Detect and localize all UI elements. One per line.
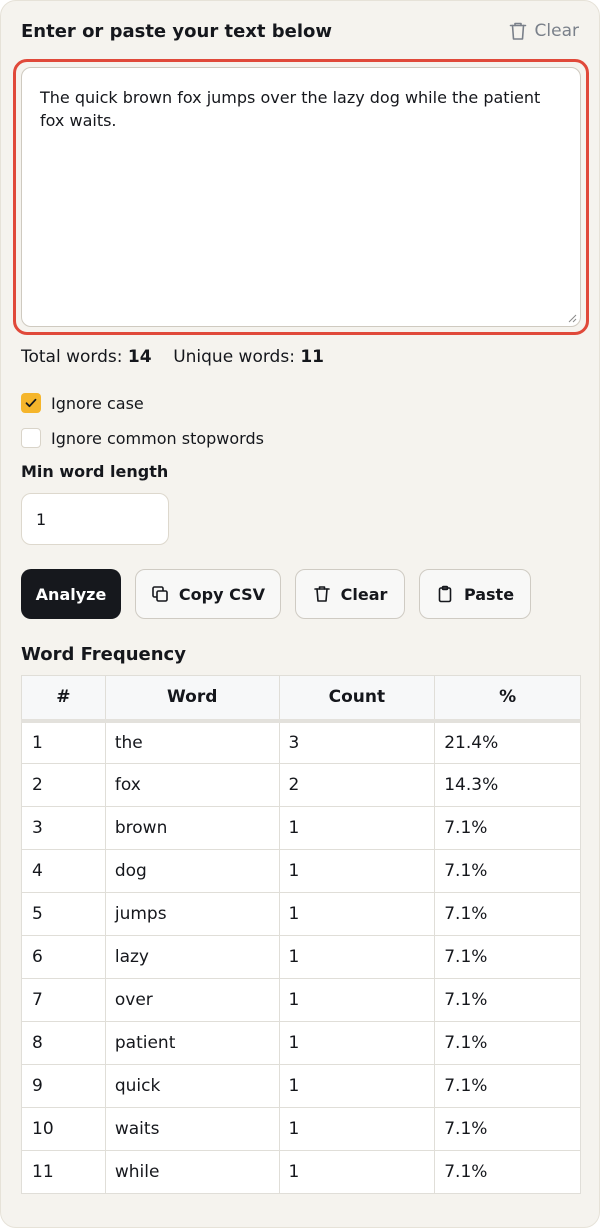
word-frequency-panel: Enter or paste your text below Clear The… [0, 0, 600, 1228]
column-header-word[interactable]: Word [104, 675, 280, 723]
cell-word: jumps [104, 892, 280, 936]
cell-count: 1 [278, 978, 436, 1022]
cell-percent: 14.3% [434, 763, 581, 807]
cell-rank: 1 [21, 720, 106, 764]
min-word-length-value: 1 [36, 509, 47, 529]
cell-word: lazy [104, 935, 280, 979]
cell-word: dog [104, 849, 280, 893]
ignore-stopwords-option[interactable]: Ignore common stopwords [21, 428, 264, 448]
text-input[interactable]: The quick brown fox jumps over the lazy … [21, 67, 581, 327]
column-header-rank[interactable]: # [21, 675, 106, 723]
trash-icon [313, 586, 330, 602]
ignore-stopwords-label: Ignore common stopwords [51, 428, 264, 448]
ignore-case-option[interactable]: Ignore case [21, 393, 144, 413]
unique-words-label: Unique words: [173, 347, 295, 367]
paste-button-label: Paste [463, 584, 515, 604]
clear-button[interactable]: Clear [295, 569, 405, 619]
cell-count: 1 [278, 1150, 436, 1194]
cell-rank: 10 [21, 1107, 106, 1151]
min-word-length-label: Min word length [21, 462, 169, 481]
total-words-value: 14 [127, 347, 152, 367]
header-clear-label: Clear [534, 21, 579, 41]
cell-rank: 3 [21, 806, 106, 850]
cell-word: fox [104, 763, 280, 807]
cell-count: 1 [278, 1021, 436, 1065]
cell-count: 1 [278, 1107, 436, 1151]
resize-handle-icon[interactable] [567, 313, 577, 323]
cell-count: 1 [278, 935, 436, 979]
table-row: 6 lazy 1 7.1% [21, 935, 581, 979]
ignore-stopwords-checkbox[interactable] [21, 428, 41, 448]
table-row: 10 waits 1 7.1% [21, 1107, 581, 1151]
unique-words-value: 11 [300, 347, 325, 367]
clear-button-label: Clear [340, 584, 388, 604]
clipboard-icon [438, 585, 452, 603]
analyze-button-label: Analyze [35, 584, 107, 604]
cell-count: 1 [278, 806, 436, 850]
cell-percent: 7.1% [434, 849, 581, 893]
cell-word: brown [104, 806, 280, 850]
column-header-count[interactable]: Count [278, 675, 436, 723]
ignore-case-checkbox[interactable] [21, 393, 41, 413]
cell-count: 1 [278, 892, 436, 936]
cell-rank: 11 [21, 1150, 106, 1194]
cell-percent: 21.4% [434, 720, 581, 764]
cell-rank: 6 [21, 935, 106, 979]
cell-word: the [104, 720, 280, 764]
word-stats: Total words: 14 Unique words: 11 [21, 347, 324, 367]
text-input-focus-ring: The quick brown fox jumps over the lazy … [13, 59, 589, 335]
cell-percent: 7.1% [434, 892, 581, 936]
trash-icon [509, 22, 526, 40]
cell-word: quick [104, 1064, 280, 1108]
cell-rank: 7 [21, 978, 106, 1022]
word-frequency-title: Word Frequency [21, 644, 186, 665]
cell-count: 1 [278, 1064, 436, 1108]
table-row: 7 over 1 7.1% [21, 978, 581, 1022]
cell-rank: 8 [21, 1021, 106, 1065]
table-row: 8 patient 1 7.1% [21, 1021, 581, 1065]
panel-title: Enter or paste your text below [21, 21, 333, 42]
table-row: 3 brown 1 7.1% [21, 806, 581, 850]
min-word-length-input[interactable]: 1 [21, 493, 169, 545]
cell-count: 3 [278, 720, 436, 764]
table-header-row: # Word Count % [21, 675, 581, 723]
copy-csv-button[interactable]: Copy CSV [135, 569, 281, 619]
cell-percent: 7.1% [434, 978, 581, 1022]
copy-icon [152, 586, 168, 602]
analyze-button[interactable]: Analyze [21, 569, 121, 619]
cell-word: over [104, 978, 280, 1022]
ignore-case-label: Ignore case [51, 393, 144, 413]
cell-rank: 4 [21, 849, 106, 893]
table-row: 4 dog 1 7.1% [21, 849, 581, 893]
table-row: 1 the 3 21.4% [21, 720, 581, 764]
table-row: 11 while 1 7.1% [21, 1150, 581, 1194]
cell-percent: 7.1% [434, 1107, 581, 1151]
cell-percent: 7.1% [434, 806, 581, 850]
cell-word: patient [104, 1021, 280, 1065]
total-words-label: Total words: [21, 347, 123, 367]
cell-word: waits [104, 1107, 280, 1151]
cell-rank: 9 [21, 1064, 106, 1108]
cell-percent: 7.1% [434, 1021, 581, 1065]
cell-rank: 5 [21, 892, 106, 936]
copy-csv-label: Copy CSV [178, 584, 266, 604]
cell-percent: 7.1% [434, 935, 581, 979]
table-row: 2 fox 2 14.3% [21, 763, 581, 807]
table-row: 9 quick 1 7.1% [21, 1064, 581, 1108]
cell-word: while [104, 1150, 280, 1194]
header-clear-button[interactable]: Clear [509, 21, 579, 41]
cell-count: 1 [278, 849, 436, 893]
column-header-percent[interactable]: % [434, 675, 581, 723]
cell-rank: 2 [21, 763, 106, 807]
cell-percent: 7.1% [434, 1150, 581, 1194]
word-frequency-table: # Word Count % 1 the 3 21.4% 2 fox 2 14.… [21, 675, 581, 1194]
text-input-value: The quick brown fox jumps over the lazy … [40, 88, 541, 130]
check-icon [25, 398, 37, 408]
table-row: 5 jumps 1 7.1% [21, 892, 581, 936]
cell-count: 2 [278, 763, 436, 807]
cell-percent: 7.1% [434, 1064, 581, 1108]
paste-button[interactable]: Paste [419, 569, 531, 619]
